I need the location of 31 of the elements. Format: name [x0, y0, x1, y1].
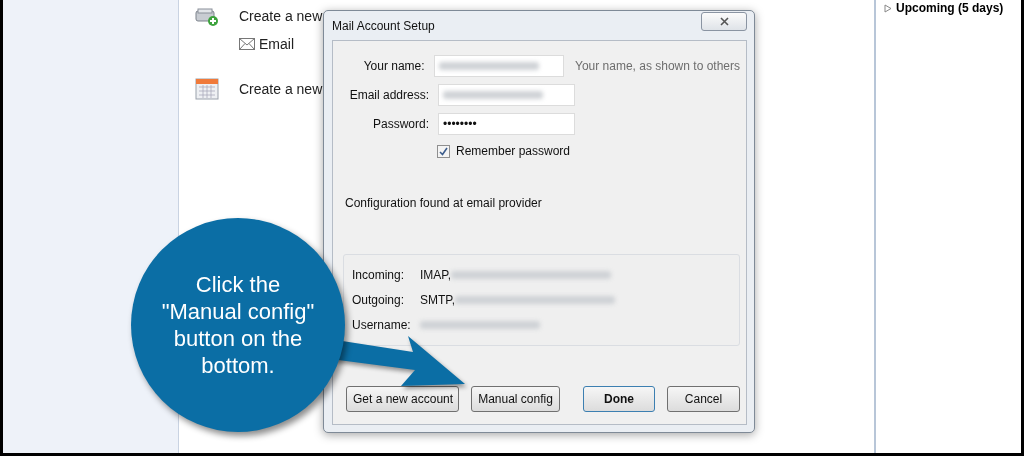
input-field[interactable] — [433, 54, 564, 77]
calendar-icon — [195, 78, 219, 100]
server-label: Incoming: — [352, 268, 406, 283]
server-value: IMAP, — [420, 268, 452, 283]
checkbox-label: Remember password — [456, 144, 571, 158]
status-message: Configuration found at email provider — [345, 196, 543, 210]
account-add-icon — [195, 6, 219, 26]
dialog-title: Mail Account Setup — [332, 18, 435, 33]
callout-text: Click the "Manual config" button on the bottom. — [160, 271, 316, 379]
upcoming-heading: Upcoming (5 days) — [896, 1, 1004, 15]
field-label: Your name: — [362, 58, 425, 73]
email-link[interactable]: Email — [259, 36, 294, 52]
field-hint: Your name, as shown to others — [575, 58, 740, 73]
dialog-button[interactable]: Manual config — [471, 386, 560, 412]
dialog-button[interactable]: Cancel — [667, 386, 740, 412]
server-value: SMTP, — [420, 293, 456, 307]
close-button[interactable] — [701, 12, 747, 31]
envelope-icon — [239, 38, 255, 50]
dialog-button[interactable]: Get a new account — [346, 386, 459, 412]
expand-triangle-icon[interactable] — [884, 3, 892, 13]
create-calendar-link[interactable]: Create a new — [239, 81, 323, 97]
close-icon — [719, 17, 729, 26]
server-label: Outgoing: — [352, 293, 406, 307]
field-label: Email address: — [348, 87, 429, 102]
checkbox[interactable] — [437, 144, 450, 158]
field-label: Password: — [371, 116, 429, 131]
input-field[interactable] — [438, 83, 575, 106]
input-field[interactable]: •••••••• — [438, 112, 575, 135]
server-label: Username: — [352, 317, 412, 332]
dialog-button[interactable]: Done — [583, 386, 655, 412]
create-account-link[interactable]: Create a new — [239, 8, 323, 24]
